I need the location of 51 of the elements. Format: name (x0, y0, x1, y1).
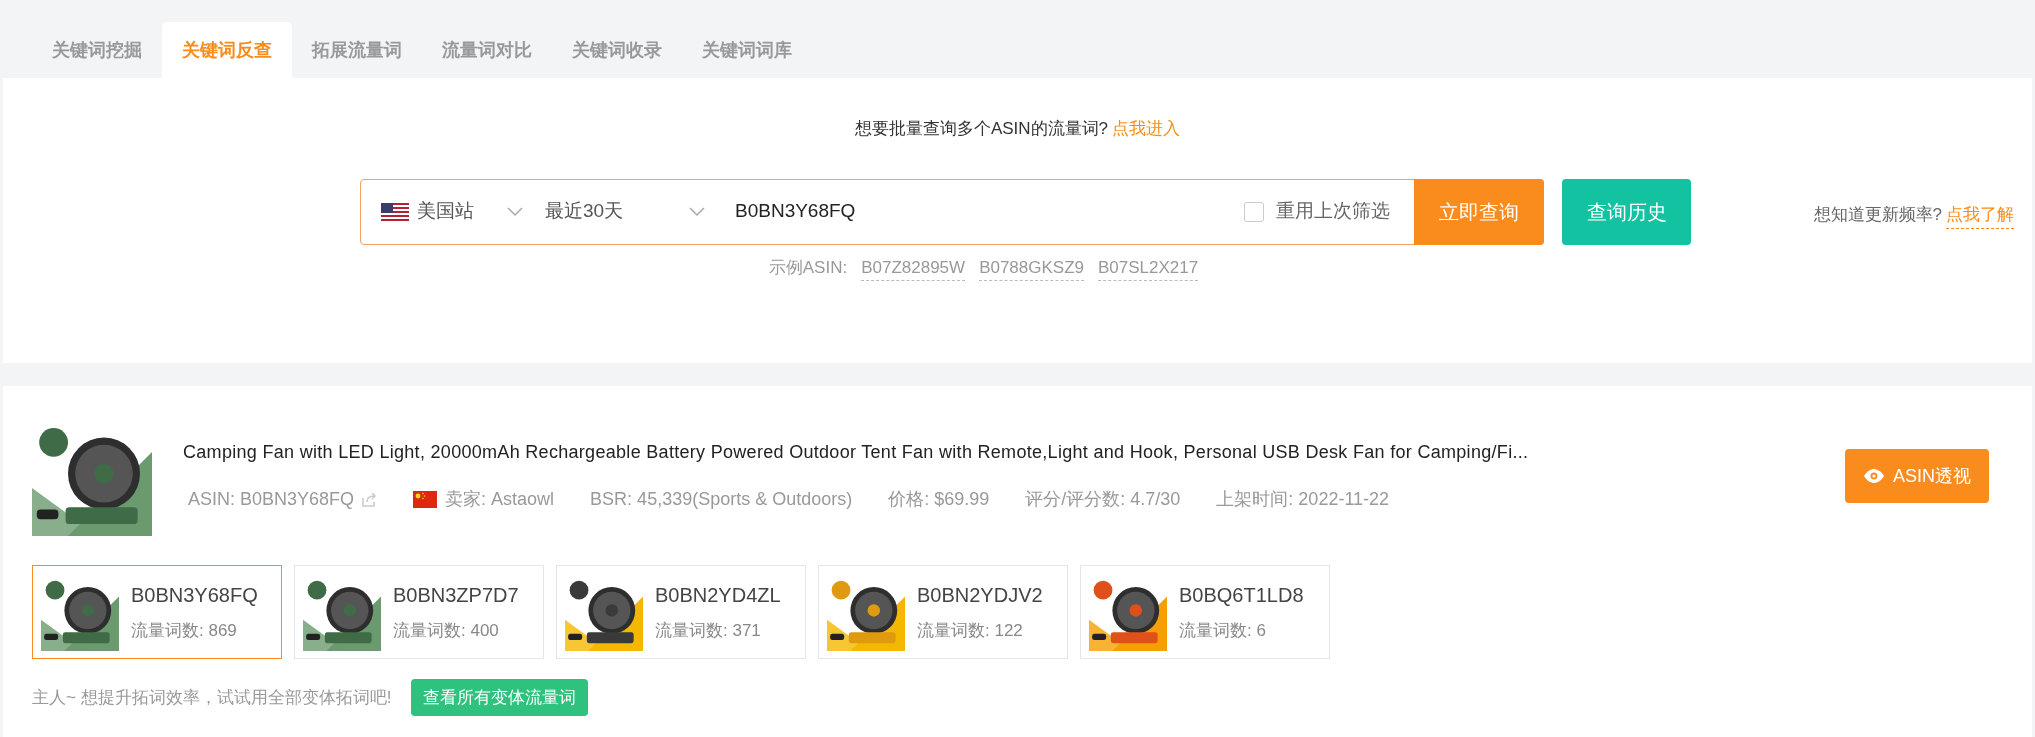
variant-card[interactable]: B0BN2YDJV2 流量词数: 122 (818, 565, 1068, 659)
keyword-count: 流量词数: 400 (393, 620, 500, 643)
reuse-filter-checkbox[interactable]: 重用上次筛选 (1244, 197, 1390, 226)
example-asin-link[interactable]: B07Z82895W (861, 254, 966, 281)
rating-text: 评分/评分数: 4.7/30 (1025, 488, 1181, 511)
example-label: 示例ASIN: (768, 256, 848, 279)
all-variants-button[interactable]: 查看所有变体流量词 (411, 679, 589, 716)
history-button[interactable]: 查询历史 (1562, 178, 1691, 245)
eye-icon (1863, 469, 1885, 483)
variant-card[interactable]: B0BN3Y68FQ 流量词数: 869 (32, 565, 282, 659)
price-text: 价格: $69.99 (888, 488, 990, 511)
variant-asin: B0BN2YDJV2 (917, 583, 1043, 609)
seller-text: 卖家: Astaowl (445, 488, 555, 511)
asin-insight-button[interactable]: ASIN透视 (1845, 449, 1989, 503)
asin-text: ASIN: B0BN3Y68FQ (188, 488, 355, 511)
keyword-count: 流量词数: 869 (131, 620, 238, 643)
enter-link[interactable]: 点我进入 (1112, 116, 1181, 142)
flag-icon (381, 202, 409, 221)
asin-input[interactable]: B0BN3Y68FQ (735, 197, 1244, 226)
flag-icon (413, 491, 438, 508)
banner-text: 想要批量查询多个ASIN的流量词? (854, 118, 1109, 140)
variant-card[interactable]: B0BQ6T1LD8 流量词数: 6 (1080, 565, 1330, 659)
chevron-down-icon (689, 206, 705, 217)
variant-asin: B0BN2YD4ZL (655, 583, 781, 609)
variant-asin: B0BN3ZP7D7 (393, 583, 519, 609)
period-select[interactable]: 最近30天 (545, 197, 705, 226)
learn-link[interactable]: 点我了解 (1946, 202, 2014, 229)
keyword-count: 流量词数: 371 (655, 620, 762, 643)
search-button[interactable]: 立即查询 (1414, 178, 1544, 245)
example-asin-link[interactable]: B0788GKSZ9 (979, 254, 1085, 281)
tab[interactable]: 流量词对比 (422, 22, 552, 78)
keyword-count: 流量词数: 122 (917, 620, 1024, 643)
tab[interactable]: 关键词收录 (552, 22, 682, 78)
variant-card[interactable]: B0BN3ZP7D7 流量词数: 400 (294, 565, 544, 659)
site-select[interactable]: 美国站 (381, 197, 531, 226)
chevron-down-icon (507, 206, 523, 217)
listing-date-text: 上架时间: 2022-11-22 (1216, 488, 1390, 511)
share-icon[interactable] (362, 492, 378, 507)
product-title: Camping Fan with LED Light, 20000mAh Rechargeable Battery Powered Outdoor Tent Fan with Remote,Light and Hook, Personal USB Desk Fan for Camping/Fi... (183, 441, 1529, 464)
variant-card[interactable]: B0BN2YD4ZL 流量词数: 371 (556, 565, 806, 659)
keyword-count: 流量词数: 6 (1179, 620, 1267, 643)
footer-hint: 主人~ 想提升拓词效率，试试用全部变体拓词吧! (32, 686, 392, 709)
tab[interactable]: 关键词词库 (682, 22, 812, 78)
tab[interactable]: 关键词反查 (162, 22, 292, 78)
tab[interactable]: 拓展流量词 (292, 22, 422, 78)
variant-asin: B0BN3Y68FQ (131, 583, 258, 609)
update-hint: 想知道更新频率? (1813, 204, 1942, 227)
variant-asin: B0BQ6T1LD8 (1179, 583, 1304, 609)
example-asin-link[interactable]: B07SL2X217 (1098, 254, 1199, 281)
tab[interactable]: 关键词挖掘 (32, 22, 162, 78)
bsr-text: BSR: 45,339(Sports & Outdoors) (590, 488, 853, 511)
